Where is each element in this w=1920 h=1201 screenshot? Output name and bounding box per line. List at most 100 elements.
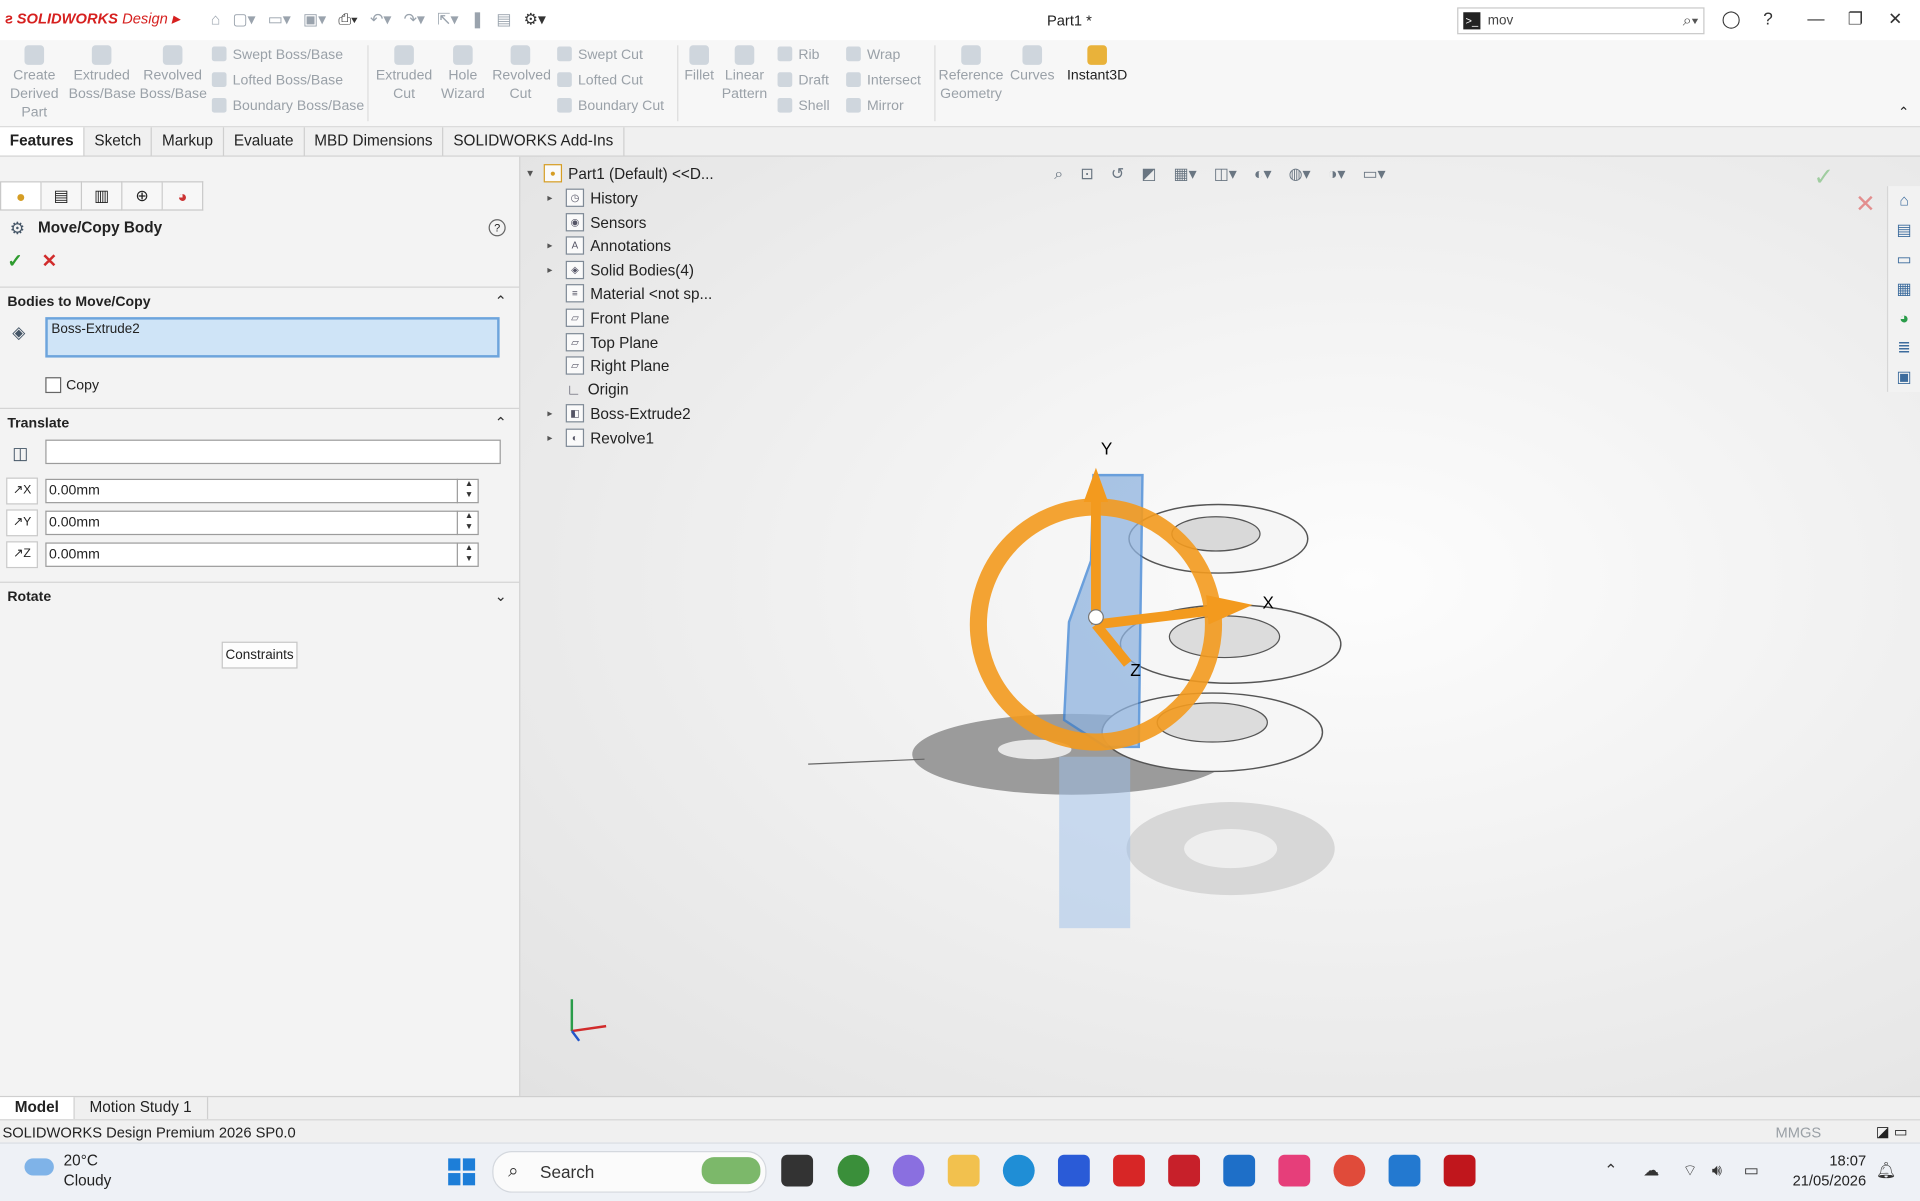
hole-wizard-button[interactable]: Hole Wizard xyxy=(436,45,490,104)
copy-checkbox-row[interactable]: Copy xyxy=(45,377,99,394)
rebuild-icon[interactable]: ❚ xyxy=(471,10,484,30)
save-icon[interactable]: ▣▾ xyxy=(303,10,326,30)
delta-y-spinner[interactable]: ▲ ▼ xyxy=(456,510,480,536)
slack-icon[interactable] xyxy=(1278,1154,1311,1187)
reference-geometry-button[interactable]: Reference Geometry xyxy=(938,45,1004,104)
extruded-cut-button[interactable]: Extruded Cut xyxy=(375,45,434,104)
undo-icon[interactable]: ↶▾ xyxy=(370,10,391,30)
system-clock[interactable]: 18:07 21/05/2026 xyxy=(1785,1151,1867,1190)
vscode-icon[interactable] xyxy=(1388,1154,1421,1187)
solidworks-logo[interactable]: ƨ SOLIDWORKS Design ▸ xyxy=(5,10,179,27)
create-derived-part-button[interactable]: Create Derived Part xyxy=(7,45,61,122)
bodies-selection-list[interactable]: Boss-Extrude2 xyxy=(45,317,500,358)
l-app-icon[interactable] xyxy=(1113,1154,1145,1187)
extruded-boss-button[interactable]: Extruded Boss/Base xyxy=(69,45,136,104)
bodies-section-header[interactable]: Bodies to Move/Copy ⌃ xyxy=(0,286,520,318)
linear-pattern-button[interactable]: Linear Pattern xyxy=(720,45,769,104)
selected-body-item[interactable]: Boss-Extrude2 xyxy=(51,322,139,337)
delta-x-input[interactable]: 0.00mm xyxy=(45,478,479,504)
graphics-area[interactable]: ▼ ● Part1 (Default) <<D... ▸ ◷ History ◉ Sens… xyxy=(520,156,1920,1098)
delta-z-spinner[interactable]: ▲ ▼ xyxy=(456,542,480,567)
translate-section-header[interactable]: Translate ⌃ xyxy=(0,407,520,439)
tab-model[interactable]: Model xyxy=(0,1097,75,1120)
onedrive-icon[interactable]: ☁ xyxy=(1643,1161,1659,1181)
boundary-cut-button[interactable]: Boundary Cut xyxy=(557,97,664,114)
account-icon[interactable]: ◯ xyxy=(1722,9,1741,30)
constraints-button[interactable]: Constraints xyxy=(221,641,298,669)
tab-solidworks-add-ins[interactable]: SOLIDWORKS Add-Ins xyxy=(444,127,625,156)
print-icon[interactable]: ⎙▾ xyxy=(338,10,357,30)
search-icon[interactable]: ⌕▾ xyxy=(1683,11,1699,31)
unit-system[interactable]: MMGS xyxy=(1776,1124,1822,1141)
chevron-up-icon[interactable]: ⌃ xyxy=(495,414,507,431)
tab-mbd-dimensions[interactable]: MBD Dimensions xyxy=(304,127,444,156)
revolved-boss-button[interactable]: Revolved Boss/Base xyxy=(140,45,207,104)
copilot-icon[interactable] xyxy=(892,1154,925,1187)
home-icon[interactable]: ⌂ xyxy=(211,10,221,30)
volume-icon[interactable]: 🔊︎ xyxy=(1712,1161,1722,1181)
mirror-button[interactable]: Mirror xyxy=(846,97,904,114)
revolved-cut-button[interactable]: Revolved Cut xyxy=(492,45,551,104)
curves-button[interactable]: Curves xyxy=(1009,45,1056,85)
intersect-button[interactable]: Intersect xyxy=(846,72,921,88)
feature-manager-tab-icon[interactable]: ● xyxy=(0,181,42,211)
restore-icon[interactable]: ❐ xyxy=(1848,9,1863,30)
command-search-box[interactable]: >_ mov ⌕▾ xyxy=(1457,7,1705,35)
copy-checkbox[interactable] xyxy=(45,377,62,394)
solidworks-taskbar-icon[interactable] xyxy=(1443,1154,1476,1187)
search-input[interactable]: mov xyxy=(1488,13,1683,28)
model-view[interactable]: Y X Z xyxy=(520,157,1920,1097)
status-icons[interactable]: ◪ ▭ xyxy=(1876,1123,1908,1140)
open-icon[interactable]: ▭▾ xyxy=(268,10,291,30)
tray-chevron-up-icon[interactable]: ⌃ xyxy=(1604,1161,1617,1181)
pdf-icon[interactable] xyxy=(1168,1154,1201,1187)
wifi-icon[interactable]: ⌔ xyxy=(1682,1161,1697,1181)
minimize-icon[interactable]: — xyxy=(1807,9,1824,29)
tab-evaluate[interactable]: Evaluate xyxy=(224,127,305,156)
delta-y-input[interactable]: 0.00mm xyxy=(45,510,479,536)
chrome-icon[interactable] xyxy=(837,1154,870,1187)
dimxpert-tab-icon[interactable]: ⊕ xyxy=(122,181,163,211)
options-gear-icon[interactable]: ⚙▾ xyxy=(524,10,546,30)
tab-features[interactable]: Features xyxy=(0,127,85,156)
tab-motion-study-1[interactable]: Motion Study 1 xyxy=(75,1097,208,1120)
delta-z-input[interactable]: 0.00mm xyxy=(45,542,479,567)
help-icon[interactable]: ? xyxy=(1763,9,1773,29)
tab-markup[interactable]: Markup xyxy=(152,127,225,156)
fillet-button[interactable]: Fillet xyxy=(681,45,718,85)
delta-x-spinner[interactable]: ▲ ▼ xyxy=(456,478,480,504)
shell-button[interactable]: Shell xyxy=(777,97,830,114)
ok-checkmark-button[interactable]: ✓ xyxy=(7,250,22,272)
boundary-boss-button[interactable]: Boundary Boss/Base xyxy=(211,97,364,114)
battery-icon[interactable]: ▭ xyxy=(1744,1161,1759,1181)
windows-start-icon[interactable] xyxy=(448,1158,476,1186)
cancel-x-button[interactable]: ✕ xyxy=(42,250,57,272)
chevron-down-icon[interactable]: ⌄ xyxy=(495,588,507,605)
taskbar-search[interactable]: ⌕ Search xyxy=(492,1151,767,1193)
notification-bell-icon[interactable]: 🔔︎ xyxy=(1876,1161,1896,1181)
wrap-button[interactable]: Wrap xyxy=(846,46,900,62)
lofted-boss-button[interactable]: Lofted Boss/Base xyxy=(211,72,343,88)
file-explorer-icon[interactable] xyxy=(947,1154,980,1187)
draft-button[interactable]: Draft xyxy=(777,72,829,88)
swept-boss-button[interactable]: Swept Boss/Base xyxy=(211,46,343,62)
collapse-ribbon-chevron-icon[interactable]: ⌃ xyxy=(1898,104,1909,120)
store-icon[interactable] xyxy=(1057,1154,1090,1187)
help-question-icon[interactable]: ? xyxy=(488,219,506,237)
chrome-profile-icon[interactable] xyxy=(1333,1154,1366,1187)
lofted-cut-button[interactable]: Lofted Cut xyxy=(557,72,643,88)
instant3d-button[interactable]: Instant3D xyxy=(1063,45,1132,85)
configuration-manager-tab-icon[interactable]: ▥ xyxy=(82,181,123,211)
display-manager-tab-icon[interactable]: ◕ xyxy=(162,181,204,211)
weather-widget[interactable]: 20°C Cloudy xyxy=(24,1151,111,1190)
task-view-icon[interactable] xyxy=(781,1154,814,1187)
file-properties-icon[interactable]: ▤ xyxy=(496,10,511,30)
tab-sketch[interactable]: Sketch xyxy=(85,127,153,156)
swept-cut-button[interactable]: Swept Cut xyxy=(557,46,643,62)
property-manager-tab-icon[interactable]: ▤ xyxy=(41,181,83,211)
close-icon[interactable]: ✕ xyxy=(1888,9,1902,30)
redo-icon[interactable]: ↷▾ xyxy=(404,10,425,30)
rotate-section-header[interactable]: Rotate ⌄ xyxy=(0,581,520,613)
triad-origin[interactable] xyxy=(1087,609,1104,626)
select-icon[interactable]: ⇱▾ xyxy=(437,10,458,30)
